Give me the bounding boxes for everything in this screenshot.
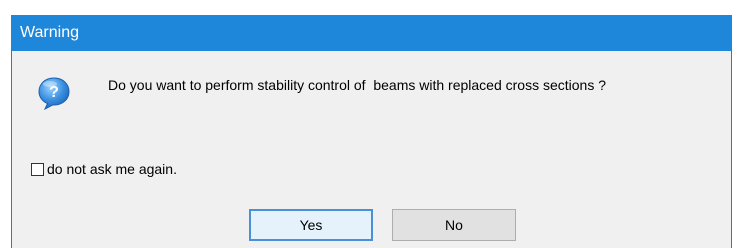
do-not-ask-again-checkbox[interactable] bbox=[31, 162, 44, 176]
do-not-ask-again-label[interactable]: do not ask me again. bbox=[47, 161, 177, 177]
yes-button[interactable]: Yes bbox=[249, 209, 373, 241]
do-not-ask-again-option[interactable]: do not ask me again. bbox=[31, 160, 177, 178]
warning-dialog: Warning ? Do you want to perform stabili… bbox=[11, 15, 732, 248]
question-icon: ? bbox=[38, 77, 70, 111]
no-button[interactable]: No bbox=[392, 209, 516, 241]
svg-text:?: ? bbox=[49, 84, 59, 101]
dialog-title: Warning bbox=[11, 15, 732, 51]
dialog-message: Do you want to perform stability control… bbox=[108, 77, 606, 93]
